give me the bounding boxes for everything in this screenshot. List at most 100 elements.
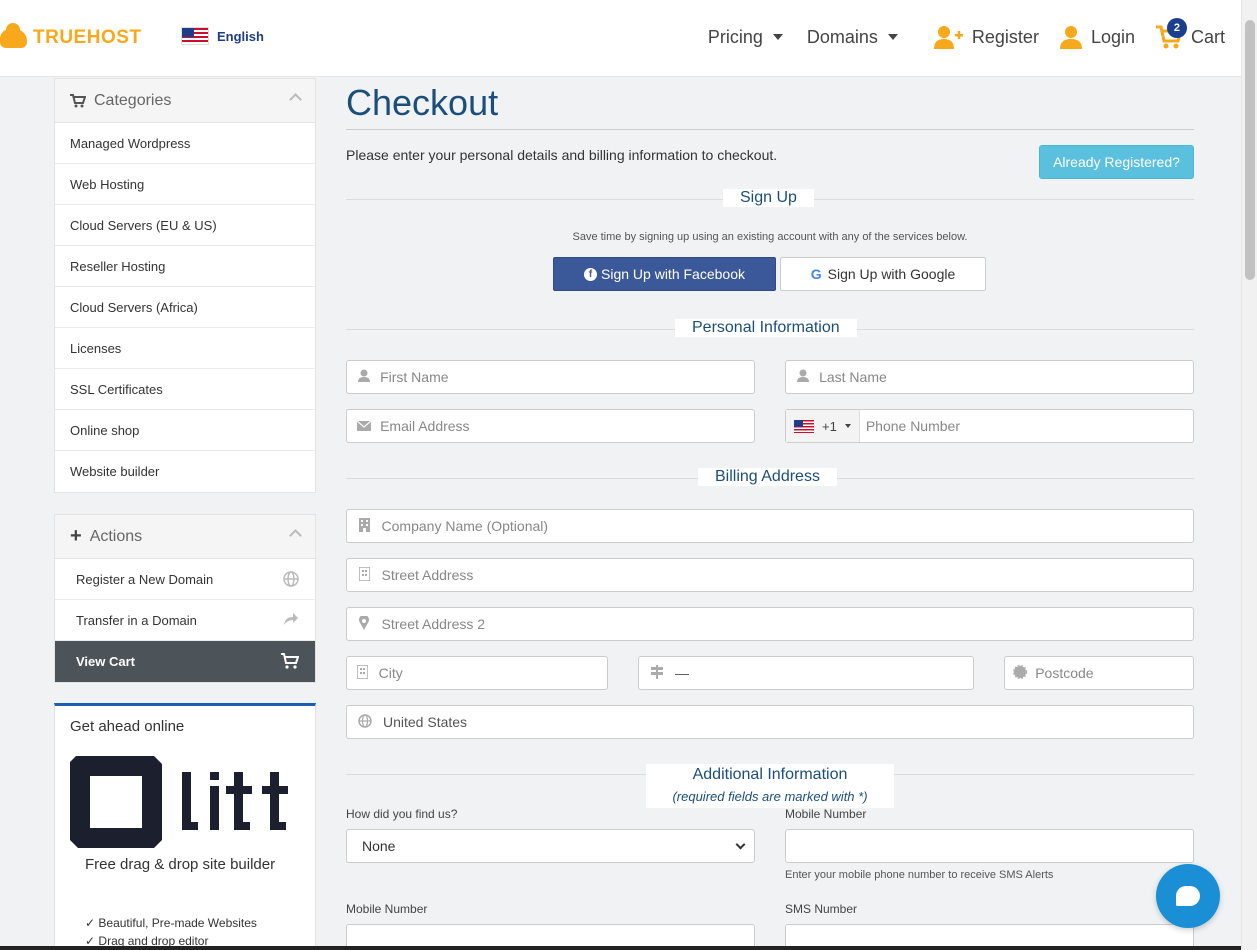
categories-header[interactable]: Categories — [55, 79, 315, 123]
google-signup-label: Sign Up with Google — [827, 266, 956, 282]
shopping-cart-icon — [70, 93, 86, 108]
globe-icon — [283, 571, 299, 591]
category-item[interactable]: Reseller Hosting — [55, 246, 315, 287]
category-item[interactable]: Managed Wordpress — [55, 123, 315, 164]
nav-domains-label: Domains — [806, 26, 878, 47]
city-input[interactable] — [378, 657, 607, 689]
building-icon — [347, 663, 379, 682]
category-item[interactable]: SSL Certificates — [55, 369, 315, 410]
category-item[interactable]: Website builder — [55, 451, 315, 492]
cloud-icon — [0, 22, 27, 48]
building-icon — [347, 565, 382, 584]
phone-input[interactable] — [859, 410, 1193, 442]
city-field[interactable] — [346, 656, 608, 690]
language-selector[interactable]: English — [181, 27, 264, 45]
facebook-icon: f — [584, 267, 598, 281]
additional-info-title: Additional Information — [692, 766, 848, 783]
facebook-signup-button[interactable]: f Sign Up with Facebook — [553, 257, 776, 291]
chevron-up-icon[interactable] — [289, 529, 302, 542]
mobile-number-help: Enter your mobile phone number to receiv… — [785, 869, 1054, 881]
top-header: TRUEHOST English Pricing Domains Registe… — [0, 0, 1241, 77]
signup-heading: Sign Up — [723, 189, 814, 207]
nav-cart[interactable]: 2 Cart — [1155, 18, 1225, 50]
first-name-input[interactable] — [380, 361, 754, 393]
street-address-field[interactable] — [346, 558, 1194, 592]
already-registered-button[interactable]: Already Registered? — [1039, 145, 1194, 179]
email-input[interactable] — [380, 410, 754, 442]
state-field[interactable]: — — [638, 656, 974, 690]
first-name-field[interactable] — [346, 360, 755, 394]
postcode-field[interactable] — [1004, 656, 1194, 690]
category-item[interactable]: Online shop — [55, 410, 315, 451]
checkout-intro: Please enter your personal details and b… — [346, 147, 778, 163]
building-icon — [347, 517, 382, 535]
country-code-label: +1 — [822, 418, 837, 434]
signup-note: Save time by signing up using an existin… — [572, 231, 968, 243]
country-code-selector[interactable]: +1 — [786, 410, 860, 442]
mobile-number-field[interactable] — [785, 829, 1194, 863]
phone-field[interactable]: +1 — [785, 409, 1194, 443]
last-name-input[interactable] — [819, 361, 1193, 393]
bottom-edge — [0, 946, 1241, 950]
required-fields-note: (required fields are marked with *) — [672, 789, 868, 804]
certificate-icon — [1005, 664, 1035, 682]
register-domain-action[interactable]: Register a New Domain — [55, 559, 315, 600]
category-item[interactable]: Cloud Servers (Africa) — [55, 287, 315, 328]
category-item[interactable]: Web Hosting — [55, 164, 315, 205]
view-cart-action[interactable]: View Cart — [55, 641, 315, 682]
promo-subtitle: Free drag & drop site builder — [85, 856, 276, 873]
category-item[interactable]: Licenses — [55, 328, 315, 369]
how-found-select[interactable]: None — [346, 829, 755, 863]
caret-down-icon — [772, 34, 783, 40]
us-flag-icon — [794, 419, 814, 433]
mobile-number-input[interactable] — [786, 830, 1193, 862]
nav-register[interactable]: Register — [933, 24, 1039, 50]
promo-panel: Get ahead online Free drag & drop site b… — [54, 703, 316, 950]
user-plus-icon — [933, 24, 964, 50]
user-icon — [347, 369, 380, 385]
categories-title: Categories — [94, 91, 172, 109]
chevron-down-icon — [735, 839, 746, 850]
page-scrollbar[interactable] — [1241, 0, 1257, 950]
promo-feature-text: Beautiful, Pre-made Websites — [98, 916, 257, 930]
truehost-logo[interactable]: TRUEHOST — [0, 22, 142, 52]
transfer-domain-action[interactable]: Transfer in a Domain — [55, 600, 315, 641]
street-address-2-input[interactable] — [381, 608, 1193, 640]
last-name-field[interactable] — [785, 360, 1194, 394]
globe-icon — [347, 713, 383, 731]
postcode-input[interactable] — [1035, 657, 1193, 689]
email-field[interactable] — [346, 409, 755, 443]
categories-panel: Categories Managed Wordpress Web Hosting… — [54, 78, 316, 493]
promo-title: Get ahead online — [70, 718, 185, 735]
google-signup-button[interactable]: G Sign Up with Google — [780, 257, 986, 291]
nav-login[interactable]: Login — [1059, 24, 1135, 50]
nav-pricing[interactable]: Pricing — [708, 27, 783, 48]
action-label: View Cart — [76, 654, 136, 669]
category-item[interactable]: Cloud Servers (EU & US) — [55, 205, 315, 246]
map-marker-icon — [347, 614, 382, 633]
cart-count-badge: 2 — [1166, 18, 1187, 38]
company-input[interactable] — [381, 510, 1193, 542]
state-value: — — [675, 665, 689, 681]
mobile-number-label-2: Mobile Number — [346, 902, 428, 916]
chat-widget-button[interactable] — [1156, 864, 1220, 928]
scrollbar-thumb[interactable] — [1245, 20, 1255, 280]
chevron-up-icon[interactable] — [289, 93, 302, 106]
promo-features: ✓ Beautiful, Pre-made Websites ✓ Drag an… — [85, 914, 257, 950]
street-address-input[interactable] — [381, 559, 1193, 591]
how-found-label: How did you find us? — [346, 807, 458, 821]
mobile-number-label: Mobile Number — [785, 807, 867, 821]
title-divider — [346, 129, 1194, 130]
country-value: United States — [383, 714, 468, 730]
share-arrow-icon — [283, 612, 299, 630]
country-field[interactable]: United States — [346, 705, 1194, 739]
action-label: Register a New Domain — [76, 571, 214, 587]
promo-feature: ✓ Beautiful, Pre-made Websites — [85, 914, 257, 932]
billing-address-heading: Billing Address — [698, 468, 837, 486]
litt-logo[interactable] — [70, 756, 302, 848]
nav-domains[interactable]: Domains — [807, 27, 898, 48]
street-address-2-field[interactable] — [346, 607, 1194, 641]
actions-header[interactable]: + Actions — [55, 515, 315, 559]
nav-register-label: Register — [971, 26, 1039, 47]
company-field[interactable] — [346, 509, 1194, 543]
